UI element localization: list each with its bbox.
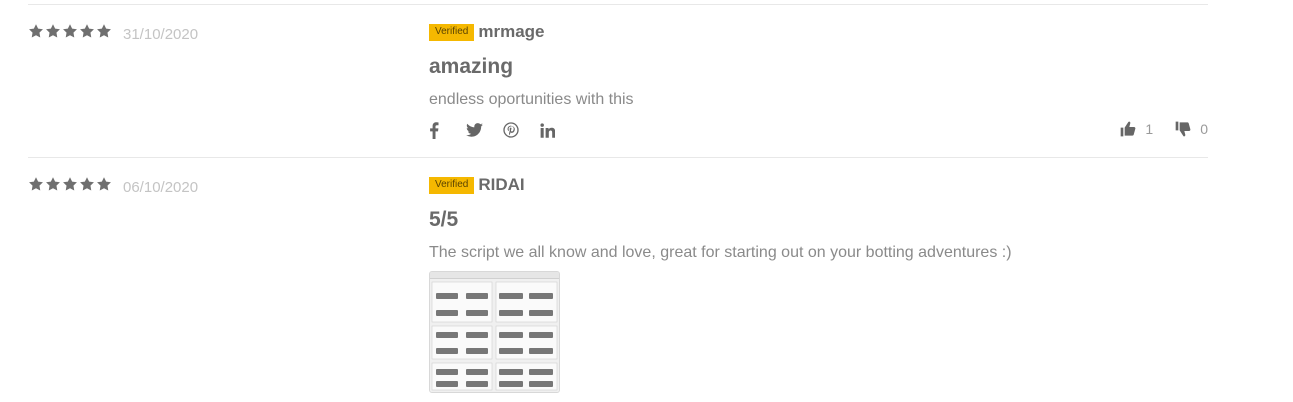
pinterest-icon[interactable] <box>503 121 540 139</box>
thumbs-up-icon[interactable] <box>1120 121 1136 137</box>
share-links <box>429 121 577 139</box>
downvote-count: 0 <box>1200 121 1208 137</box>
review-content: Verified mrmage amazing endless oportunit… <box>429 22 634 109</box>
star-icon <box>79 23 95 39</box>
review-divider <box>28 157 1208 158</box>
star-icon <box>62 176 78 192</box>
review-content: Verified RIDAI 5/5 The script we all know… <box>429 175 1012 262</box>
thumbnail-screenshot <box>430 279 559 392</box>
verified-badge: Verified <box>429 23 475 41</box>
review-body: The script we all know and love, great f… <box>429 244 1012 261</box>
star-rating <box>28 176 112 192</box>
star-icon <box>96 176 112 192</box>
star-rating <box>28 23 112 39</box>
star-icon <box>28 176 44 192</box>
star-icon <box>62 23 78 39</box>
review-title: amazing <box>429 55 514 78</box>
review-title: 5/5 <box>429 208 459 231</box>
star-icon <box>28 23 44 39</box>
review-date: 31/10/2020 <box>123 26 199 43</box>
verified-badge: Verified <box>429 176 475 194</box>
review-author: RIDAI <box>478 175 525 194</box>
star-icon <box>96 23 112 39</box>
upvote-count: 1 <box>1145 121 1154 137</box>
review-date: 06/10/2020 <box>123 179 199 196</box>
review-author: mrmage <box>478 22 545 41</box>
star-icon <box>79 176 95 192</box>
review-attachment-thumbnail[interactable] <box>429 271 560 393</box>
facebook-icon[interactable] <box>429 121 466 139</box>
twitter-icon[interactable] <box>466 121 503 139</box>
thumbnail-titlebar <box>430 272 559 279</box>
helpful-votes: 1 0 <box>1120 121 1208 137</box>
star-icon <box>45 176 61 192</box>
review-divider-top <box>28 4 1208 5</box>
thumbs-down-icon[interactable] <box>1175 121 1191 137</box>
review-body: endless oportunities with this <box>429 91 634 108</box>
linkedin-icon[interactable] <box>540 121 577 139</box>
star-icon <box>45 23 61 39</box>
